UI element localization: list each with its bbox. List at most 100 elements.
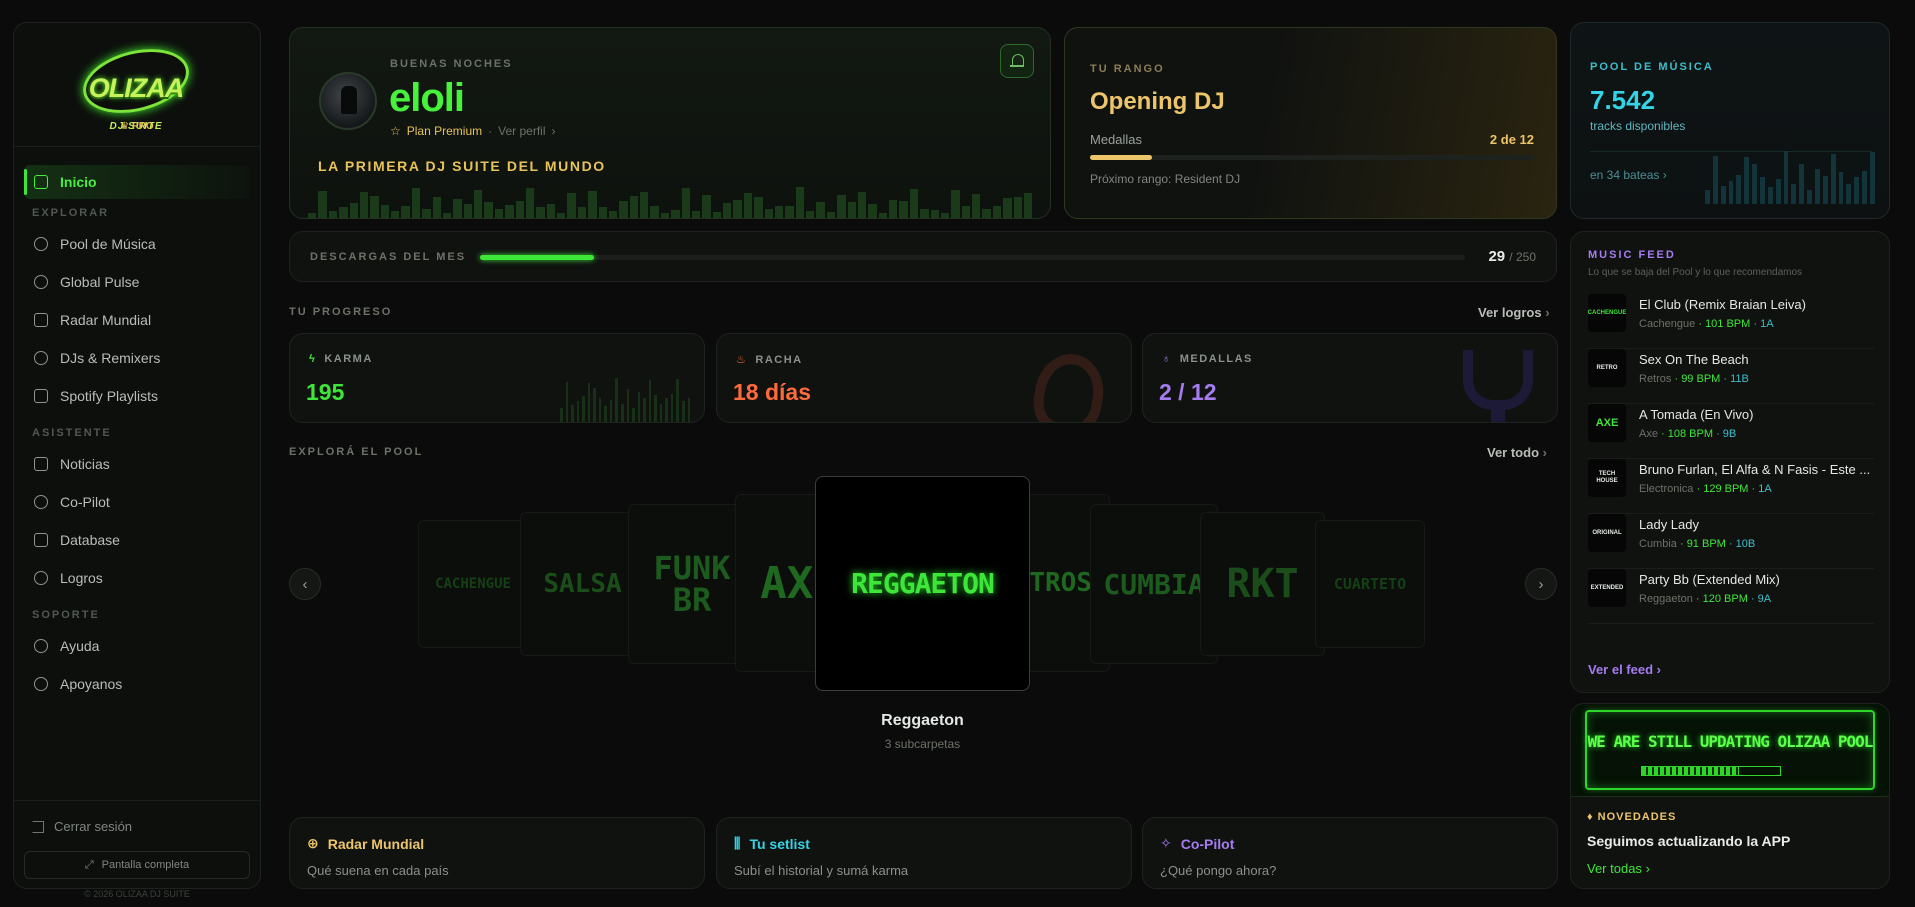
track-genre: Axe xyxy=(1639,428,1658,440)
pool-bar xyxy=(1791,184,1797,204)
track-meta: Axe · 108 BPM · 9B xyxy=(1639,428,1736,440)
copyright: © 2026 OLIZAA DJ SUITE xyxy=(84,889,190,899)
radar-quick-title: ⊕ Radar Mundial xyxy=(307,835,424,852)
crates-link[interactable]: en 34 bateas › xyxy=(1590,168,1667,182)
pool-bar xyxy=(1846,184,1852,204)
olizaa-logo[interactable]: OLIZAA DJ SUITE xyxy=(76,38,196,132)
feed-item[interactable]: RETRO Sex On The Beach Retros · 99 BPM ·… xyxy=(1588,349,1874,404)
pool-bar xyxy=(1870,151,1875,204)
streak-card: ♨ RACHA 18 días xyxy=(716,333,1132,423)
genre-tile[interactable]: CUARTETO xyxy=(1315,520,1425,648)
streak-label-text: RACHA xyxy=(755,353,803,366)
track-meta: Cumbia · 91 BPM · 10B xyxy=(1639,538,1755,550)
karma-bar xyxy=(637,391,641,422)
nav-section-support: SOPORTE xyxy=(32,609,100,621)
view-feed-link[interactable]: Ver el feed › xyxy=(1588,662,1661,677)
track-title: Bruno Furlan, El Alfa & N Fasis - Este .… xyxy=(1639,462,1871,477)
track-meta: Electronica · 129 BPM · 1A xyxy=(1639,483,1772,495)
karma-card: ϟ KARMA 195 xyxy=(289,333,705,423)
sidebar-item-inicio[interactable]: Inicio xyxy=(34,171,97,193)
sidebar-item-pool[interactable]: Pool de Música xyxy=(34,233,156,255)
pool-stat-card[interactable]: POOL DE MÚSICA 7.542 tracks disponibles … xyxy=(1570,22,1890,219)
genre-tile[interactable]: CUMBIA xyxy=(1090,504,1218,664)
fullscreen-button[interactable]: ⤢ Pantalla completa xyxy=(24,851,250,879)
feed-item[interactable]: CACHENGUE El Club (Remix Braian Leiva) C… xyxy=(1588,294,1874,349)
sidebar-item-ayuda[interactable]: Ayuda xyxy=(34,635,99,657)
sidebar-item-database[interactable]: Database xyxy=(34,529,120,551)
pool-bar xyxy=(1705,190,1710,204)
setlist-quick-card[interactable]: ⫼ Tu setlist Subí el historial y sumá ka… xyxy=(716,817,1132,889)
track-key: · 9A xyxy=(1750,593,1772,605)
eq-bar xyxy=(650,206,659,218)
sidebar-item-copilot[interactable]: Co-Pilot xyxy=(34,491,110,513)
genre-tile-selected[interactable]: REGGAETON xyxy=(815,476,1030,691)
sidebar-item-noticias[interactable]: Noticias xyxy=(34,453,110,475)
genre-tile[interactable]: RKT xyxy=(1200,512,1325,656)
logout-button[interactable]: Cerrar sesión xyxy=(32,819,132,834)
notifications-bell-icon[interactable] xyxy=(1000,44,1034,78)
sidebar-item-label: Logros xyxy=(60,570,103,586)
genre-tile[interactable]: CACHENGUE xyxy=(418,520,528,648)
view-all-label: Ver todo xyxy=(1487,445,1540,460)
eq-bar xyxy=(391,211,400,218)
sparkle-icon xyxy=(34,495,48,509)
book-icon xyxy=(34,533,48,547)
sparkle-icon: ✧ xyxy=(1160,835,1172,851)
sidebar-item-spotify[interactable]: Spotify Playlists xyxy=(34,385,158,407)
carousel-next-button[interactable]: › xyxy=(1525,568,1557,600)
music-feed-card: MUSIC FEED Lo que se baja del Pool y lo … xyxy=(1570,231,1890,693)
sidebar-divider xyxy=(14,800,260,801)
sidebar-item-logros[interactable]: Logros xyxy=(34,567,103,589)
track-title: Lady Lady xyxy=(1639,517,1699,532)
karma-bar xyxy=(593,388,596,422)
pool-count-label: tracks disponibles xyxy=(1590,119,1686,133)
eq-bar xyxy=(536,206,545,218)
chevron-right-icon: › xyxy=(1538,575,1544,593)
expand-icon: ⤢ xyxy=(84,858,94,871)
view-achievements-link[interactable]: Ver logros › xyxy=(1478,305,1550,320)
track-thumbnail: AXE xyxy=(1588,404,1626,442)
view-all-news-link[interactable]: Ver todas › xyxy=(1587,861,1650,876)
feed-item[interactable]: EXTENDED Party Bb (Extended Mix) Reggaet… xyxy=(1588,569,1874,624)
copilot-quick-card[interactable]: ✧ Co-Pilot ¿Qué pongo ahora? xyxy=(1142,817,1558,889)
news-card[interactable]: WE ARE STILL UPDATING OLIZAA POOL ♦ NOVE… xyxy=(1570,703,1890,889)
eq-bar xyxy=(1023,193,1033,218)
medal-icon: ♁ xyxy=(1162,353,1172,365)
downloads-progress-bar xyxy=(480,255,1465,260)
chevron-right-icon: › xyxy=(1645,861,1650,876)
sidebar-item-djs[interactable]: DJs & Remixers xyxy=(34,347,160,369)
eq-bar xyxy=(380,204,389,218)
sidebar-item-label: Database xyxy=(60,532,120,548)
news-banner-text: WE ARE STILL UPDATING OLIZAA POOL xyxy=(1587,732,1874,751)
pool-bar xyxy=(1838,172,1844,204)
pool-bar xyxy=(1807,189,1813,204)
eq-bar xyxy=(442,213,452,218)
star-icon: ☆ xyxy=(390,124,401,138)
feed-item[interactable]: TECH HOUSE Bruno Furlan, El Alfa & N Fas… xyxy=(1588,459,1874,514)
feed-item[interactable]: AXE A Tomada (En Vivo) Axe · 108 BPM · 9… xyxy=(1588,404,1874,459)
sidebar-item-radar[interactable]: Radar Mundial xyxy=(34,309,151,331)
genre-tile[interactable]: SALSA xyxy=(520,512,645,656)
downloads-progress-fill xyxy=(480,255,595,260)
eq-bar xyxy=(961,205,970,218)
track-title: Party Bb (Extended Mix) xyxy=(1639,572,1780,587)
eq-bar xyxy=(660,212,670,218)
pool-bar xyxy=(1736,174,1742,204)
view-profile-link[interactable]: Ver perfil xyxy=(498,124,545,138)
rank-title: Opening DJ xyxy=(1090,88,1225,115)
chevron-right-icon: › xyxy=(551,124,556,138)
eq-bar xyxy=(328,210,338,218)
sidebar-item-apoyanos[interactable]: Apoyanos xyxy=(34,673,122,695)
radar-quick-card[interactable]: ⊕ Radar Mundial Qué suena en cada país xyxy=(289,817,705,889)
feed-item[interactable]: ORIGINAL Lady Lady Cumbia · 91 BPM · 10B xyxy=(1588,514,1874,569)
karma-bar xyxy=(626,388,630,422)
carousel-prev-button[interactable]: ‹ xyxy=(289,568,321,600)
logout-label: Cerrar sesión xyxy=(54,819,133,834)
eq-bar xyxy=(598,207,607,218)
eq-bar xyxy=(826,212,836,218)
eq-bar xyxy=(774,206,784,218)
view-all-link[interactable]: Ver todo › xyxy=(1487,445,1547,460)
avatar[interactable] xyxy=(319,72,377,130)
track-bpm: · 120 BPM xyxy=(1695,593,1748,605)
sidebar-item-global-pulse[interactable]: Global Pulse xyxy=(34,271,139,293)
